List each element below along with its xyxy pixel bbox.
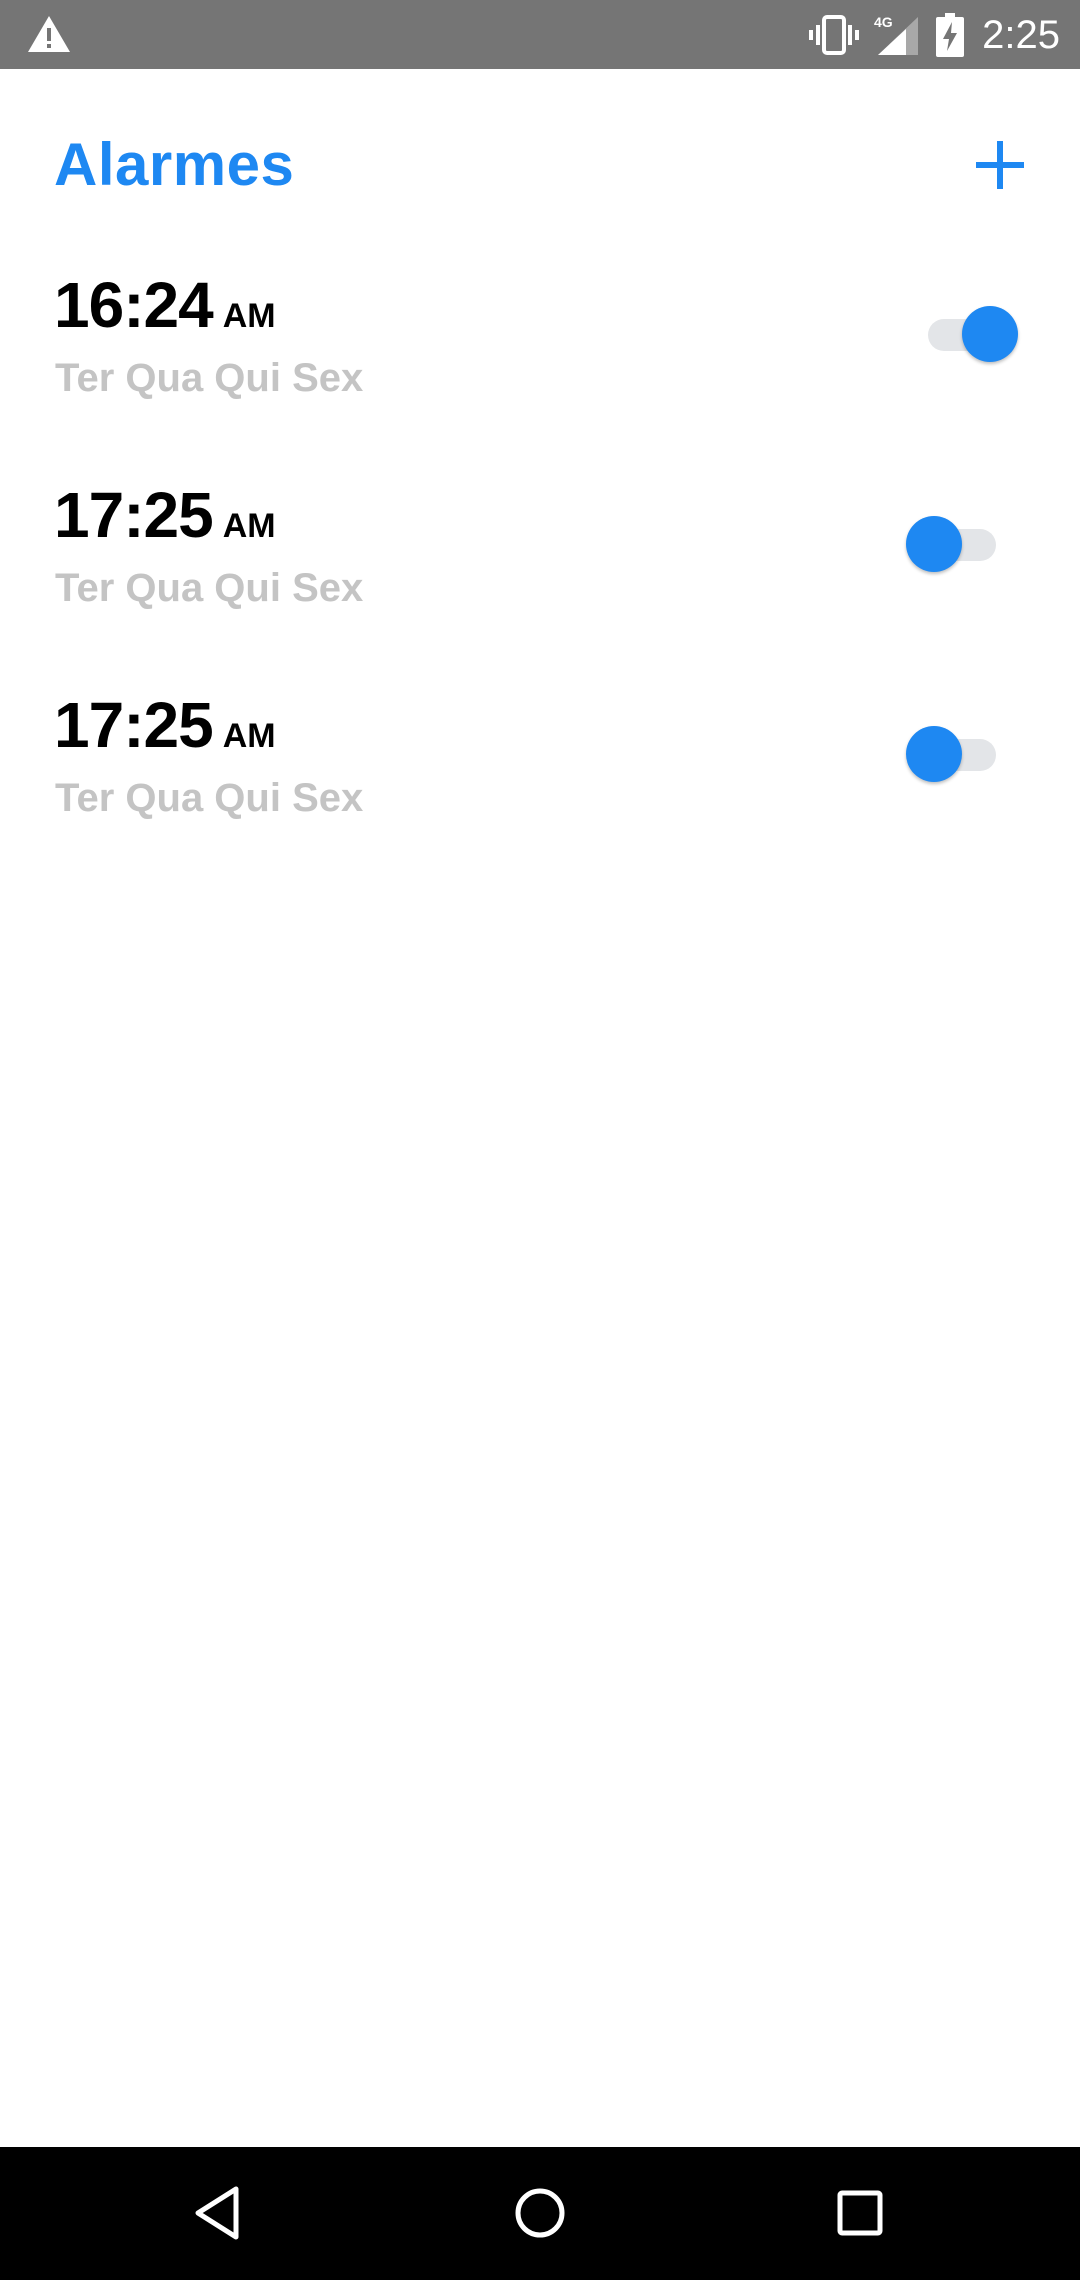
toggle-thumb [906,516,962,572]
home-icon [515,2188,565,2238]
alarm-time-group: 16:24 AM [54,268,276,342]
add-alarm-button[interactable] [970,135,1030,195]
alarm-days: Ter Qua Qui Sex [55,566,364,610]
alarm-toggle[interactable] [908,304,1018,364]
page-title: Alarmes [54,131,295,198]
alarm-screen: 4G 2:25 Alarmes 16:24AM Ter Qua Qui Sex [0,0,1080,2280]
recents-icon [837,2190,883,2236]
alarm-time: 17:25 [54,689,214,761]
alarm-time: 17:25 [54,479,214,551]
alarm-days: Ter Qua Qui Sex [55,776,364,820]
alarm-ampm: AM [222,297,276,335]
alarm-days: Ter Qua Qui Sex [55,356,364,400]
signal-icon: 4G [874,14,919,55]
network-type-label: 4G [874,14,893,30]
toggle-thumb [962,306,1018,362]
plus-icon [976,141,1024,189]
status-time: 2:25 [982,12,1060,57]
recents-button[interactable] [828,2181,892,2245]
toggle-thumb [906,726,962,782]
back-button[interactable] [188,2181,252,2245]
status-bar: 4G 2:25 [0,0,1080,69]
alarm-item[interactable]: 17:25 AM Ter Qua Qui Sex [0,688,1080,898]
battery-charging-icon [936,13,965,57]
alarm-time: 16:24 [54,269,214,341]
home-button[interactable] [508,2181,572,2245]
status-icons: 4G 2:25 [794,10,1060,60]
alarm-time-group: 17:25 AM [54,478,276,552]
alarm-ampm: AM [222,507,276,545]
vibrate-icon [809,15,860,55]
alarm-time-group: 17:25 AM [54,688,276,762]
back-icon [195,2186,239,2240]
alarm-item[interactable]: 16:24 AM Ter Qua Qui Sex [0,268,1080,478]
warning-icon [28,16,70,52]
alarm-ampm: AM [222,717,276,755]
alarm-item[interactable]: 17:25 AM Ter Qua Qui Sex [0,478,1080,688]
alarm-toggle[interactable] [900,724,1010,784]
alarm-toggle[interactable] [900,514,1010,574]
navigation-bar [0,2147,1080,2280]
